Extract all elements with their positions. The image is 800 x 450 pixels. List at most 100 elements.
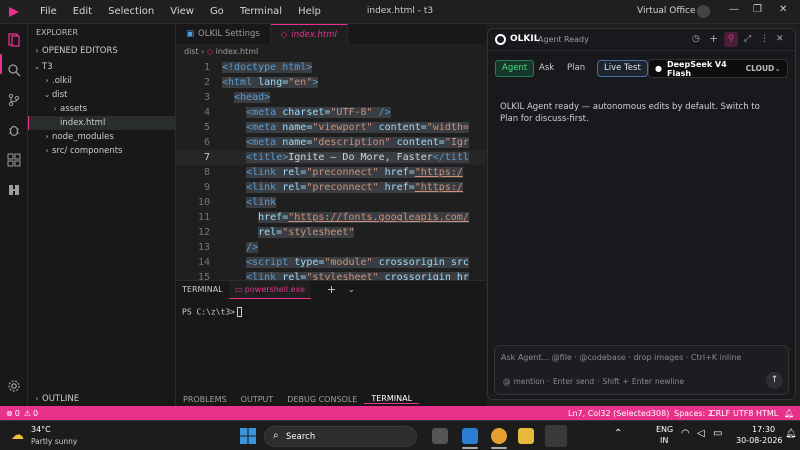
tab-debug-console[interactable]: DEBUG CONSOLE bbox=[280, 395, 364, 404]
weather-temp[interactable]: 34°C bbox=[31, 425, 51, 434]
clock-time[interactable]: 17:30 bbox=[752, 425, 775, 434]
code-token: "module" bbox=[324, 257, 373, 268]
tree-item-dist[interactable]: ⌄ dist bbox=[28, 88, 176, 102]
agent-subtitle: Agent bbox=[538, 35, 562, 44]
panel-tab-powershell[interactable]: ▭ powershell.exe bbox=[228, 281, 311, 299]
code-token: "https:/ bbox=[414, 167, 463, 178]
breadcrumb-dist[interactable]: dist bbox=[184, 47, 199, 56]
search-icon[interactable] bbox=[6, 62, 22, 78]
warning-count[interactable]: 0 bbox=[33, 409, 38, 418]
tree-item-index-html[interactable]: index.html bbox=[28, 116, 176, 130]
menu-file[interactable]: File bbox=[32, 6, 65, 17]
breadcrumb-index-html[interactable]: index.html bbox=[216, 47, 259, 56]
menu-terminal[interactable]: Terminal bbox=[232, 6, 290, 17]
pin-icon[interactable]: ⚲ bbox=[724, 32, 738, 47]
bell-icon[interactable]: 🔔︎ bbox=[784, 409, 794, 418]
send-arrow-icon[interactable]: ↑ bbox=[766, 372, 783, 389]
error-icon[interactable]: ⊗ bbox=[6, 409, 13, 418]
task-view-icon[interactable] bbox=[432, 428, 448, 444]
menu-edit[interactable]: Edit bbox=[65, 6, 100, 17]
warning-icon[interactable]: ⚠ bbox=[24, 409, 31, 418]
weather-desc[interactable]: Partly sunny bbox=[31, 437, 77, 446]
panel-tab-terminal[interactable]: TERMINAL bbox=[176, 281, 229, 299]
tab-terminal[interactable]: TERMINAL bbox=[364, 394, 420, 404]
terminal-output[interactable]: PS C:\z\t3> bbox=[182, 307, 242, 317]
tree-item-src-components[interactable]: › src/ components bbox=[28, 144, 176, 158]
volume-icon[interactable]: ◁ bbox=[697, 428, 705, 439]
menu-help[interactable]: Help bbox=[290, 6, 329, 17]
panel-tab-label: powershell.exe bbox=[244, 285, 305, 294]
opened-editors-section[interactable]: › OPENED EDITORS bbox=[28, 44, 176, 58]
mode-agent-button[interactable]: Agent bbox=[495, 60, 535, 77]
tab-output[interactable]: OUTPUT bbox=[234, 395, 281, 404]
new-chat-plus-icon[interactable]: + bbox=[709, 32, 718, 45]
restore-icon[interactable]: ❐ bbox=[753, 4, 762, 15]
live-test-button[interactable]: Live Test bbox=[597, 60, 648, 77]
language-mode[interactable]: HTML bbox=[756, 409, 778, 418]
olkil-taskbar-icon[interactable] bbox=[545, 425, 567, 447]
code-token: content= bbox=[378, 122, 427, 133]
code-token: "preconnect" bbox=[306, 182, 379, 193]
line-ending[interactable]: CRLF bbox=[710, 409, 730, 418]
new-terminal-plus-icon[interactable]: + bbox=[321, 281, 342, 299]
hint-text: send bbox=[576, 377, 595, 386]
clock-date[interactable]: 30-08-2026 bbox=[736, 436, 783, 445]
expand-icon[interactable]: ⤢ bbox=[744, 34, 751, 44]
file-explorer-icon[interactable] bbox=[518, 428, 534, 444]
extensions-icon[interactable] bbox=[6, 152, 22, 168]
wifi-icon[interactable]: ◠ bbox=[681, 428, 690, 439]
indentation[interactable]: Spaces: 2 bbox=[674, 409, 713, 418]
html-file-icon: ◇ bbox=[206, 47, 214, 56]
code-token: "en" bbox=[288, 77, 313, 88]
tab-problems[interactable]: PROBLEMS bbox=[176, 395, 234, 404]
agent-input-box[interactable]: Ask Agent... @file · @codebase · drop im… bbox=[494, 345, 789, 395]
explorer-icon[interactable] bbox=[6, 32, 22, 48]
menu-go[interactable]: Go bbox=[202, 6, 232, 17]
code-token: hr bbox=[456, 272, 469, 280]
language-indicator[interactable]: ENG bbox=[656, 425, 673, 434]
agent-input-placeholder: Ask Agent... @file · @codebase · drop im… bbox=[501, 353, 742, 362]
weather-icon[interactable]: ☁ bbox=[11, 428, 24, 443]
tree-item-node-modules[interactable]: › node_modules bbox=[28, 130, 176, 144]
more-icon[interactable]: ⋮ bbox=[760, 34, 769, 44]
close-window-icon[interactable]: ✕ bbox=[779, 4, 787, 15]
windows-start-icon[interactable] bbox=[240, 428, 256, 444]
chrome-icon[interactable] bbox=[491, 428, 507, 444]
mode-plan-button[interactable]: Plan bbox=[561, 61, 591, 77]
tab-olkil-settings[interactable]: ▣ OLKIL Settings bbox=[176, 24, 271, 44]
tree-item-assets[interactable]: › assets bbox=[28, 102, 176, 116]
account-name[interactable]: Virtual Office bbox=[637, 6, 696, 16]
mode-ask-button[interactable]: Ask bbox=[533, 61, 560, 77]
code-token: "https://fonts.googleapis.com/ bbox=[288, 212, 469, 223]
history-icon[interactable]: ◷ bbox=[692, 34, 700, 44]
settings-gear-icon[interactable] bbox=[6, 378, 22, 394]
error-count[interactable]: 0 bbox=[15, 409, 20, 418]
vscode-icon[interactable] bbox=[462, 428, 478, 444]
menu-view[interactable]: View bbox=[162, 6, 202, 17]
tree-item-olkil[interactable]: › .olkil bbox=[28, 74, 176, 88]
source-control-icon[interactable] bbox=[6, 92, 22, 108]
tab-index-html[interactable]: ◇ index.html bbox=[270, 24, 348, 44]
opened-editors-label: OPENED EDITORS bbox=[42, 46, 118, 56]
code-token: rel= bbox=[258, 227, 283, 238]
close-panel-icon[interactable]: ✕ bbox=[776, 34, 784, 44]
encoding[interactable]: UTF8 bbox=[733, 409, 753, 418]
root-folder[interactable]: ⌄ T3 bbox=[28, 60, 176, 74]
outline-section[interactable]: › OUTLINE bbox=[28, 392, 176, 406]
code-line: 6 <meta name="description" content="Igr bbox=[176, 135, 486, 150]
battery-icon[interactable]: ▭ bbox=[713, 428, 722, 439]
debug-icon[interactable] bbox=[6, 122, 22, 138]
chevron-up-icon[interactable]: ⌃ bbox=[614, 428, 622, 439]
chevron-down-icon[interactable]: ⌄ bbox=[342, 281, 361, 299]
olkil-icon[interactable] bbox=[6, 182, 22, 198]
cursor-position[interactable]: Ln7, Col32 (Selected308) bbox=[568, 409, 669, 418]
menu-selection[interactable]: Selection bbox=[100, 6, 162, 17]
notification-bell-icon[interactable]: 🔔︎ bbox=[785, 429, 796, 439]
editor-tabs: ▣ OLKIL Settings ◇ index.html bbox=[176, 24, 486, 44]
avatar[interactable] bbox=[697, 5, 710, 18]
taskbar-search[interactable]: ⌕ Search bbox=[264, 426, 417, 447]
code-editor[interactable]: 1 <!doctype html> 2 <html lang="en"> 3 <he… bbox=[176, 60, 486, 280]
region-indicator[interactable]: IN bbox=[660, 436, 668, 445]
model-selector[interactable]: ● DeepSeek V4 Flash CLOUD ⌄ bbox=[648, 59, 788, 78]
minimize-icon[interactable]: — bbox=[729, 4, 739, 15]
